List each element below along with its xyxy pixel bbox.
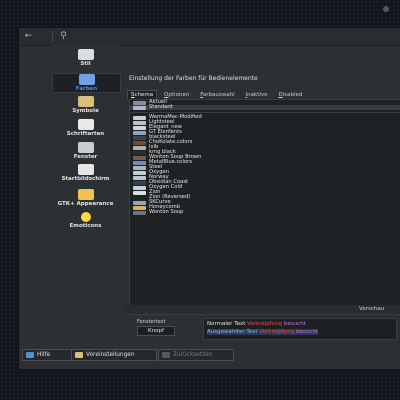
sidebar-item-gtk-appearance[interactable]: GTK+ Appearance xyxy=(52,189,119,209)
preview-header: Vorschau xyxy=(125,305,400,315)
scheme-preview-icon xyxy=(133,145,146,150)
page-title: Einstellung der Farben für Bedienelement… xyxy=(129,75,258,82)
scheme-preview-icon xyxy=(133,190,146,195)
list-item[interactable]: Wonton Soup xyxy=(130,209,400,215)
scheme-preview-icon xyxy=(133,150,146,155)
toolbar-separator xyxy=(52,31,53,42)
help-button[interactable]: Hilfe xyxy=(22,349,75,361)
list-item-label: Wonton Soup xyxy=(149,209,184,215)
sidebar-item-label: Farben xyxy=(75,86,98,92)
gtk-icon xyxy=(77,189,94,200)
sidebar-item-schriftarten[interactable]: Schriftarten xyxy=(52,119,119,137)
sidebar-item-label: Emoticons xyxy=(69,223,102,229)
window-text-label: Fenstertext xyxy=(137,319,166,325)
preview-button[interactable]: Knopf xyxy=(137,326,175,336)
category-sidebar: Stil Farben Symbole Schriftarten Fenster… xyxy=(52,45,121,316)
fonts-icon xyxy=(77,119,94,130)
reset-icon xyxy=(162,352,170,358)
sidebar-item-farben[interactable]: Farben xyxy=(52,73,121,93)
settings-window: ← ⚲ Stil Farben Symbole Schriftarten Fen… xyxy=(18,27,400,370)
list-separator xyxy=(130,112,400,113)
scheme-preview-icon xyxy=(133,195,146,200)
back-arrow-icon[interactable]: ← xyxy=(22,31,35,42)
tab-bar: Schema Optionen Farbauswahl Inaktive Dis… xyxy=(127,90,307,99)
scheme-preview-icon xyxy=(133,155,146,160)
sidebar-item-symbole[interactable]: Symbole xyxy=(52,96,119,114)
scheme-preview-icon xyxy=(133,205,146,210)
scheme-preview-icon xyxy=(133,170,146,175)
help-icon xyxy=(26,352,34,358)
sidebar-item-stil[interactable]: Stil xyxy=(52,49,119,68)
tab-schema[interactable]: Schema xyxy=(127,90,158,99)
preview-title: Vorschau xyxy=(359,306,385,312)
scheme-preview-icon xyxy=(133,100,146,105)
scheme-preview-icon xyxy=(133,180,146,185)
sidebar-item-label: Startbildschirm xyxy=(61,176,110,182)
preview-sample: Normaler Text Verknüpfung besucht Ausgew… xyxy=(203,318,397,340)
selected-text-row: Ausgewählter Text Verknüpfung besucht xyxy=(207,329,318,335)
list-item[interactable]: Standard xyxy=(130,104,400,110)
toolbar: ← ⚲ xyxy=(19,28,400,46)
main-panel: Einstellung der Farben für Bedienelement… xyxy=(125,45,400,325)
scheme-preview-icon xyxy=(133,140,146,145)
reset-button[interactable]: Zurücksetzen xyxy=(158,349,234,361)
search-icon[interactable]: ⚲ xyxy=(57,31,70,42)
scheme-list[interactable]: Aktuell Standard WarmaMac-Modified Lightste… xyxy=(129,99,400,325)
preview-area: Fenstertext Knopf Normaler Text Verknüpf… xyxy=(125,315,400,343)
scheme-preview-icon xyxy=(133,185,146,190)
sidebar-item-label: GTK+ Appearance xyxy=(57,201,114,207)
scheme-preview-icon xyxy=(133,130,146,135)
sidebar-item-label: Stil xyxy=(80,61,91,67)
scheme-preview-icon xyxy=(133,105,146,110)
sidebar-item-label: Schriftarten xyxy=(66,131,105,137)
sidebar-item-emoticons[interactable]: Emoticons xyxy=(52,212,119,232)
defaults-button[interactable]: Voreinstellungen xyxy=(71,349,157,361)
scheme-preview-icon xyxy=(133,175,146,180)
scheme-preview-icon xyxy=(133,135,146,140)
splash-screen-icon xyxy=(77,164,94,175)
sidebar-item-label: Fenster xyxy=(73,154,98,160)
symbols-icon xyxy=(77,96,94,107)
scheme-preview-icon xyxy=(133,160,146,165)
defaults-icon xyxy=(75,352,83,358)
button-bar: Hilfe Voreinstellungen Zurücksetzen xyxy=(19,346,400,363)
scheme-preview-icon xyxy=(133,115,146,120)
scheme-preview-icon xyxy=(133,125,146,130)
colors-icon xyxy=(78,74,95,85)
sidebar-item-fenster[interactable]: Fenster xyxy=(52,142,119,160)
scheme-preview-icon xyxy=(133,200,146,205)
sidebar-item-label: Symbole xyxy=(72,108,99,114)
style-icon xyxy=(77,49,94,60)
scheme-preview-icon xyxy=(133,210,146,215)
window-control-icon[interactable] xyxy=(383,6,389,12)
scheme-preview-icon xyxy=(133,120,146,125)
scheme-preview-icon xyxy=(133,165,146,170)
window-icon xyxy=(77,142,94,153)
list-item-label: Standard xyxy=(149,104,173,110)
normal-text-row: Normaler Text Verknüpfung besucht xyxy=(207,321,306,327)
smiley-icon xyxy=(80,212,91,222)
sidebar-item-startbildschirm[interactable]: Startbildschirm xyxy=(52,164,119,185)
